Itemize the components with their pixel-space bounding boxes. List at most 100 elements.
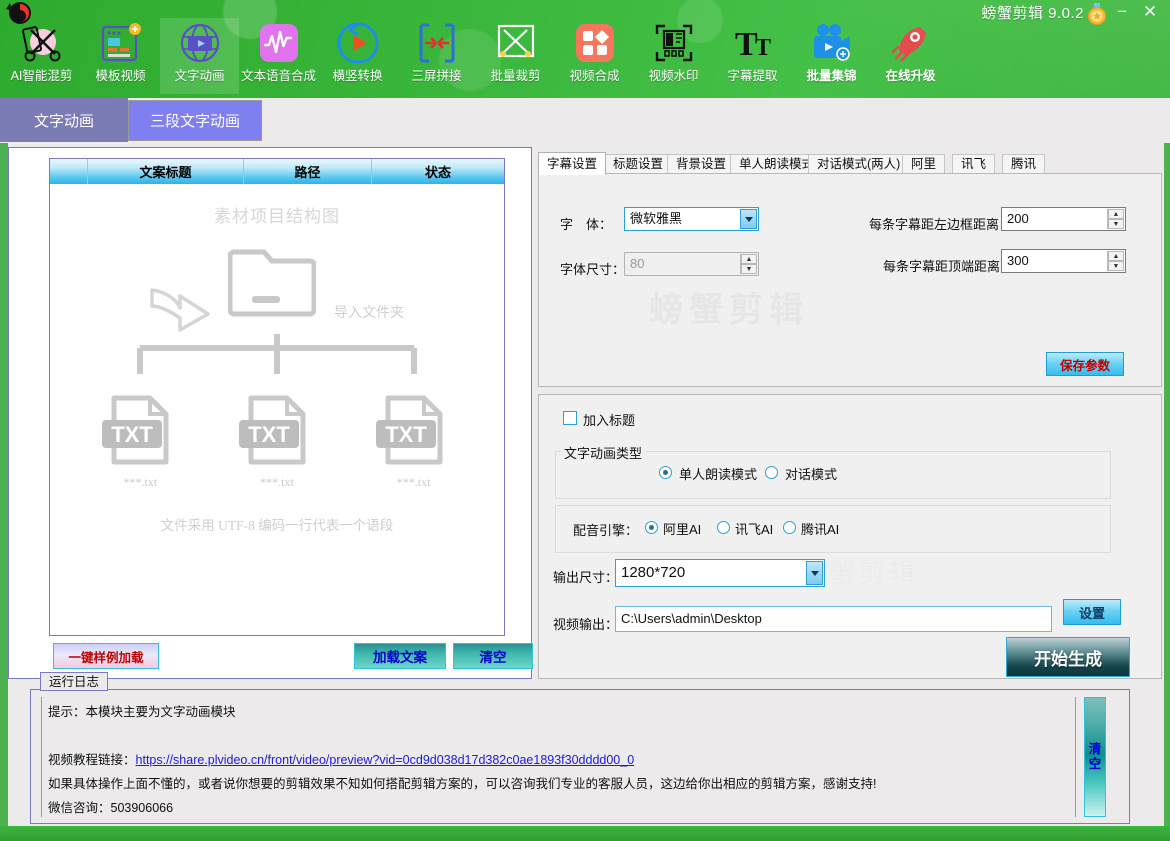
log-tab-strip: 运行日志: [30, 672, 1130, 690]
column-header-path: 路径: [244, 159, 372, 184]
log-clear-button[interactable]: 清 空: [1084, 697, 1106, 817]
font-size-stepper[interactable]: ▲▼: [740, 254, 757, 274]
orientation-convert-icon: [336, 18, 380, 68]
toolbar-item-three-screen-splice[interactable]: 三屏拼接: [397, 18, 476, 94]
animation-type-group-label: 文字动画类型: [561, 443, 645, 462]
radio-xunfei-ai[interactable]: [717, 521, 730, 534]
log-box: 提示：本模块主要为文字动画模块 视频教程链接：https://share.plv…: [30, 689, 1130, 824]
radio-dialogue-mode[interactable]: [765, 466, 778, 479]
radio-alibaba-ai[interactable]: [645, 521, 658, 534]
toolbar-item-text-to-speech[interactable]: 文本语音合成: [239, 18, 318, 94]
font-label: 字 体：: [560, 214, 612, 233]
chevron-down-icon[interactable]: [740, 209, 757, 229]
medal-icon[interactable]: [1086, 3, 1108, 25]
toolbar-item-subtitle-extract[interactable]: T T 字幕提取: [713, 18, 792, 94]
left-margin-value: 200: [1007, 211, 1029, 226]
toolbar-item-label: 视频水印: [648, 69, 698, 83]
font-combo[interactable]: 微软雅黑: [624, 207, 759, 231]
tutorial-link[interactable]: https://share.plvideo.cn/front/video/pre…: [136, 753, 635, 767]
close-button[interactable]: ✕: [1138, 2, 1162, 22]
tab-background-settings[interactable]: 背景设置: [667, 154, 735, 174]
video-watermark-icon: [653, 18, 695, 68]
txt-file-label: ***.txt: [358, 475, 470, 490]
module-tab-text-animation[interactable]: 文字动画: [0, 98, 128, 142]
svg-text:TXT: TXT: [385, 422, 427, 447]
tab-xunfei[interactable]: 讯飞: [952, 154, 995, 174]
log-line: 提示：本模块主要为文字动画模块: [48, 703, 1069, 721]
log-line-blank: [48, 727, 1069, 745]
toolbar-item-text-animation[interactable]: 文字动画: [160, 18, 239, 94]
module-tab-three-segment-text-animation[interactable]: 三段文字动画: [128, 100, 262, 141]
tts-engine-label: 配音引擎：: [573, 520, 638, 539]
folder-icon: [228, 242, 316, 321]
svg-text:T: T: [755, 35, 771, 61]
toolbar-item-label: AI智能混剪: [11, 69, 73, 83]
output-settings-button[interactable]: 设置: [1063, 599, 1121, 625]
start-generate-button[interactable]: 开始生成: [1006, 637, 1130, 677]
output-size-combo[interactable]: 1280*720: [615, 559, 825, 587]
toolbar-item-video-watermark[interactable]: 视频水印: [634, 18, 713, 94]
toolbar-item-batch-crop[interactable]: 批量裁剪: [476, 18, 555, 94]
toolbar-item-label: 批量裁剪: [490, 69, 540, 83]
log-tab-runtime[interactable]: 运行日志: [40, 672, 108, 691]
video-output-value: C:\Users\admin\Desktop: [621, 611, 762, 626]
subtitle-extract-icon: T T: [732, 18, 774, 68]
radio-dialogue-label: 对话模式: [785, 464, 837, 483]
radio-tencent-ai[interactable]: [783, 521, 796, 534]
tree-connector: [110, 334, 444, 397]
toolbar-item-label: 横竖转换: [332, 69, 382, 83]
toolbar-item-batch-highlight[interactable]: 批量集锦: [792, 18, 871, 94]
tab-alibaba[interactable]: 阿里: [902, 154, 945, 174]
sample-load-button[interactable]: 一键样例加载: [53, 643, 159, 669]
text-to-speech-icon: [258, 18, 300, 68]
script-list[interactable]: 文案标题 路径 状态 素材项目结构图 导入文件夹: [49, 158, 505, 636]
tab-subtitle-settings[interactable]: 字幕设置: [538, 152, 606, 175]
radio-single-reader-mode[interactable]: [659, 466, 672, 479]
txt-file-label: ***.txt: [84, 475, 196, 490]
load-script-button[interactable]: 加载文案: [354, 643, 446, 669]
log-clear-char-2: 空: [1089, 757, 1102, 772]
minimize-button[interactable]: −: [1110, 2, 1134, 22]
left-margin-label: 每条字幕距左边框距离：: [869, 214, 1012, 233]
toolbar-item-video-compose[interactable]: 视频合成: [555, 18, 634, 94]
video-compose-icon: [574, 18, 616, 68]
toolbar-item-template-video[interactable]: 模板视频: [81, 18, 160, 94]
log-text-area[interactable]: 提示：本模块主要为文字动画模块 视频教程链接：https://share.plv…: [41, 697, 1076, 817]
ai-mix-cut-icon: [19, 18, 65, 68]
video-output-input[interactable]: C:\Users\admin\Desktop: [615, 606, 1052, 632]
toolbar-item-label: 批量集锦: [806, 69, 856, 83]
tab-tencent[interactable]: 腾讯: [1002, 154, 1045, 174]
toolbar-item-ai-mix-cut[interactable]: AI智能混剪: [2, 18, 81, 94]
radio-single-reader-label: 单人朗读模式: [679, 464, 757, 483]
toolbar-item-orientation-convert[interactable]: 横竖转换: [318, 18, 397, 94]
tab-dialogue-mode[interactable]: 对话模式(两人): [808, 154, 909, 174]
left-margin-input[interactable]: 200 ▲▼: [1001, 207, 1126, 231]
txt-file-item: TXT ***.txt: [358, 390, 470, 490]
log-clear-char-1: 清: [1089, 742, 1102, 757]
clear-list-button[interactable]: 清空: [453, 643, 533, 669]
add-title-label: 加入标题: [583, 410, 635, 429]
left-margin-stepper[interactable]: ▲▼: [1107, 209, 1124, 229]
add-title-checkbox[interactable]: [563, 411, 577, 425]
log-line: 如果具体操作上面不懂的，或者说你想要的剪辑效果不知如何搭配剪辑方案的，可以咨询我…: [48, 775, 1069, 793]
toolbar-item-online-upgrade[interactable]: 在线升级: [871, 18, 950, 94]
toolbar-item-label: 字幕提取: [727, 69, 777, 83]
top-margin-input[interactable]: 300 ▲▼: [1001, 249, 1126, 273]
txt-file-label: ***.txt: [221, 475, 333, 490]
empty-state-illustration: 素材项目结构图 导入文件夹: [50, 184, 504, 636]
column-header-index: [50, 159, 88, 184]
chevron-down-icon[interactable]: [806, 561, 823, 585]
top-margin-value: 300: [1007, 253, 1029, 268]
tab-title-settings[interactable]: 标题设置: [604, 154, 672, 174]
script-list-header: 文案标题 路径 状态: [50, 159, 504, 184]
script-list-panel: 文案标题 路径 状态 素材项目结构图 导入文件夹: [8, 147, 532, 679]
online-upgrade-icon: [890, 18, 932, 68]
save-parameters-button[interactable]: 保存参数: [1046, 352, 1124, 376]
top-margin-stepper[interactable]: ▲▼: [1107, 251, 1124, 271]
toolbar-item-label: 文字动画: [174, 69, 224, 83]
radio-alibaba-ai-label: 阿里AI: [663, 519, 701, 538]
txt-file-item: TXT ***.txt: [221, 390, 333, 490]
font-combo-value: 微软雅黑: [630, 211, 682, 226]
font-size-input[interactable]: 80 ▲▼: [624, 252, 759, 276]
arrow-icon: [148, 284, 214, 343]
